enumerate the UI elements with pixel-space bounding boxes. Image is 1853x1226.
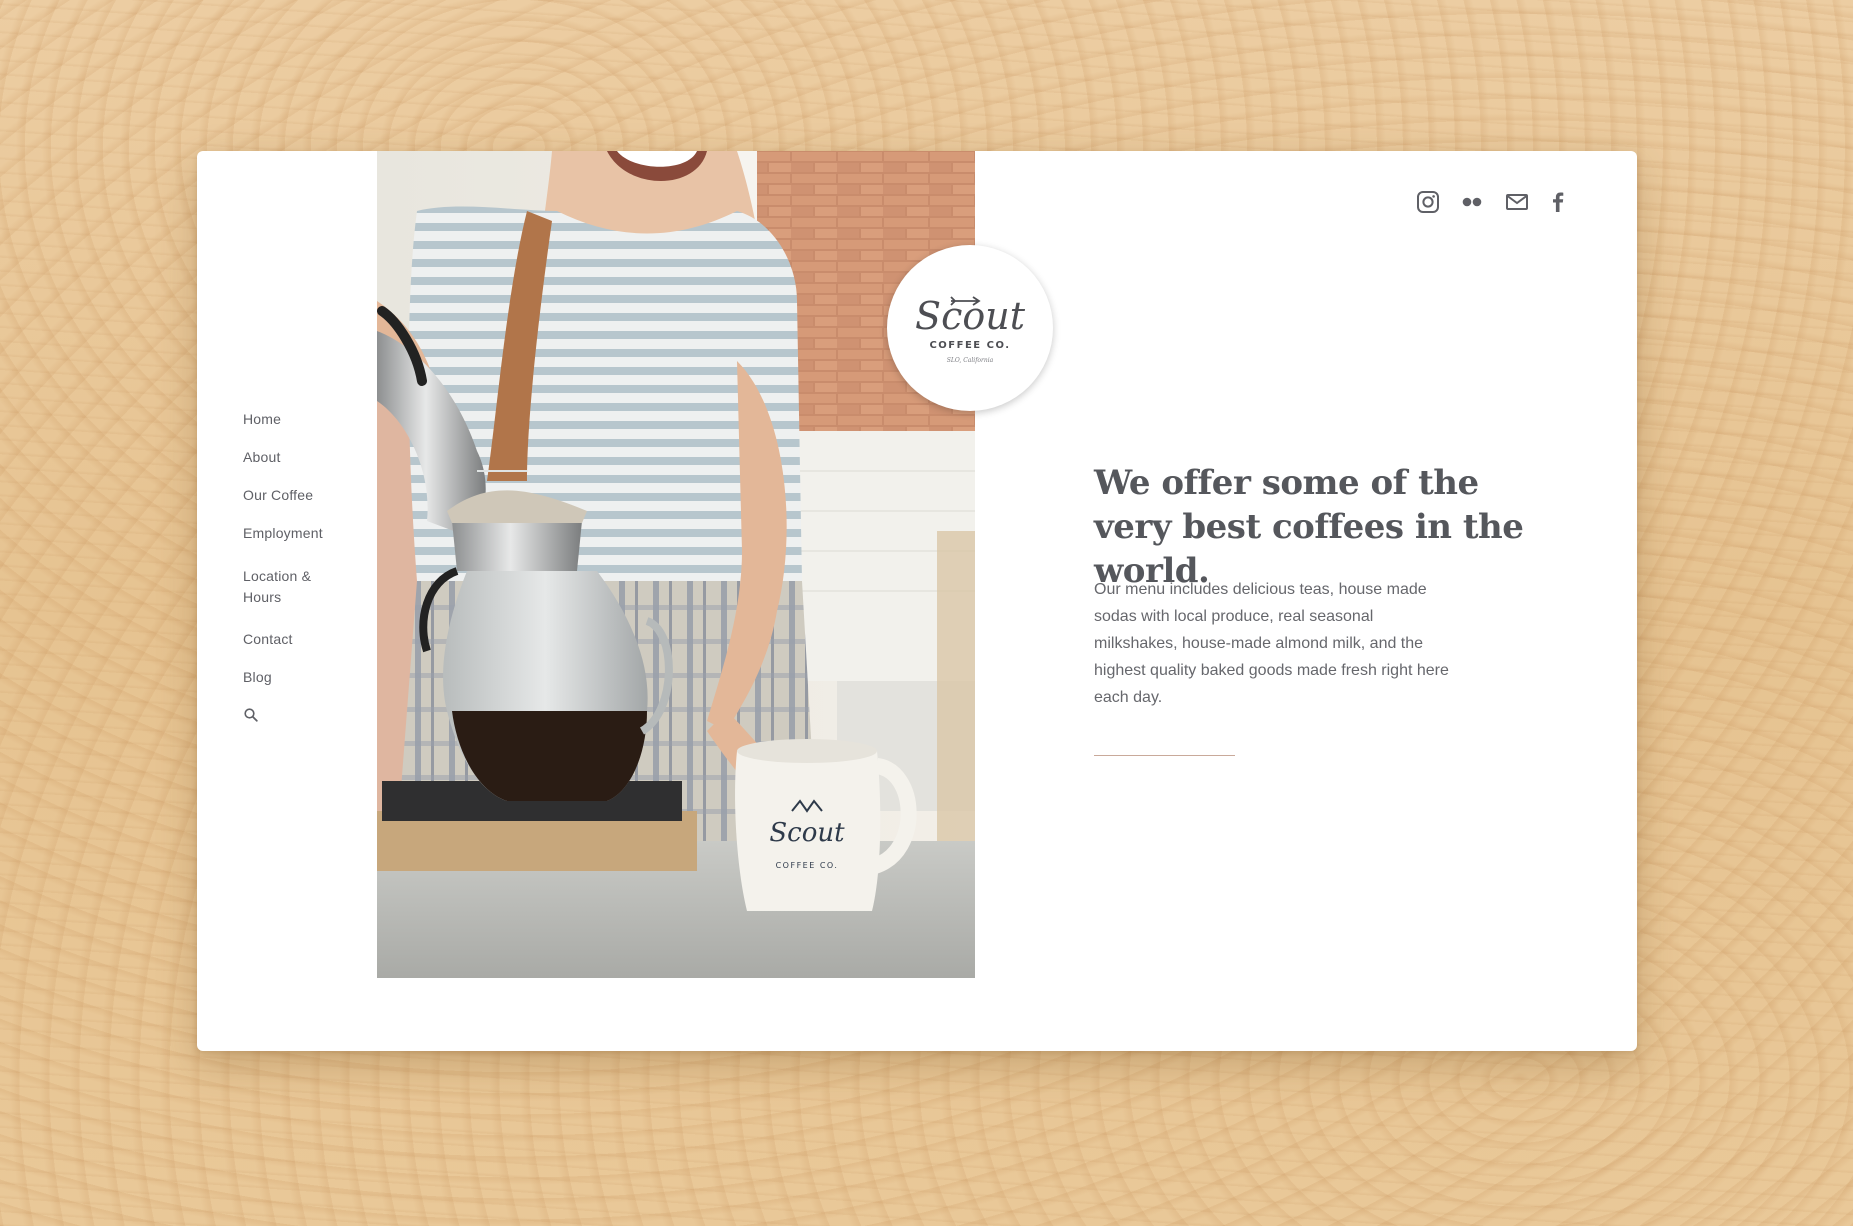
mail-icon-graphic xyxy=(1506,194,1528,210)
hero-body-text: Our menu includes delicious teas, house … xyxy=(1094,581,1449,706)
logo-tagline: SLO, California xyxy=(947,357,994,364)
logo-badge[interactable]: Scout COFFEE CO. SLO, California xyxy=(887,245,1053,411)
facebook-icon-graphic xyxy=(1553,192,1564,212)
flickr-icon-graphic xyxy=(1462,197,1482,207)
scout-coffee-logo: Scout COFFEE CO. SLO, California xyxy=(915,294,1026,364)
mug-logo-script: Scout xyxy=(769,818,845,848)
nav-item-location-hours[interactable]: Location & Hours xyxy=(243,566,323,608)
search-icon[interactable] xyxy=(243,707,261,725)
site-card: Home About Our Coffee Employment Locatio… xyxy=(197,151,1637,1051)
instagram-icon-graphic xyxy=(1417,191,1439,213)
nav-item-our-coffee[interactable]: Our Coffee xyxy=(243,485,353,506)
nav-item-employment[interactable]: Employment xyxy=(243,523,353,544)
hero-photo: Scout COFFEE CO. xyxy=(377,151,975,978)
instagram-icon[interactable] xyxy=(1415,189,1441,215)
facebook-icon[interactable] xyxy=(1545,189,1571,215)
nav-item-blog[interactable]: Blog xyxy=(243,667,353,688)
barista-pour-over-illustration: Scout COFFEE CO. xyxy=(377,151,975,978)
search-icon-graphic xyxy=(244,708,258,722)
nav-item-about[interactable]: About xyxy=(243,447,353,468)
mug-logo-subtitle: COFFEE CO. xyxy=(776,861,839,870)
hero-headline: We offer some of the very best coffees i… xyxy=(1094,463,1524,591)
nav-item-contact[interactable]: Contact xyxy=(243,629,353,650)
flickr-icon[interactable] xyxy=(1459,189,1485,215)
logo-subtitle: COFFEE CO. xyxy=(929,340,1010,351)
social-links xyxy=(1415,189,1585,217)
mail-icon[interactable] xyxy=(1504,189,1530,215)
logo-script: Scout xyxy=(915,294,1026,338)
nav-item-home[interactable]: Home xyxy=(243,409,353,430)
accent-divider xyxy=(1094,755,1235,756)
